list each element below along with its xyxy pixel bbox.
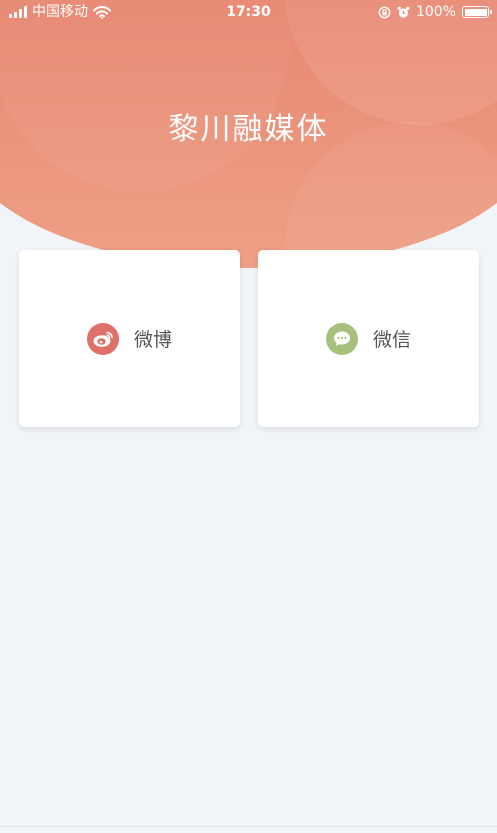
wechat-icon xyxy=(325,322,358,355)
status-right: 100% xyxy=(378,4,492,20)
rotation-lock-icon xyxy=(378,6,391,18)
weibo-icon xyxy=(86,322,119,355)
battery-icon xyxy=(462,6,492,18)
alarm-icon xyxy=(397,6,410,18)
wechat-label: 微信 xyxy=(372,329,411,351)
weibo-label: 微博 xyxy=(133,329,172,351)
battery-percentage: 100% xyxy=(415,4,456,20)
page-title: 黎川融媒体 xyxy=(168,112,329,147)
weibo-card[interactable]: 微博 xyxy=(19,250,240,427)
status-bar: 中国移动 17:30 100% xyxy=(0,0,497,26)
bottom-divider xyxy=(0,826,497,827)
wechat-card[interactable]: 微信 xyxy=(258,250,479,427)
